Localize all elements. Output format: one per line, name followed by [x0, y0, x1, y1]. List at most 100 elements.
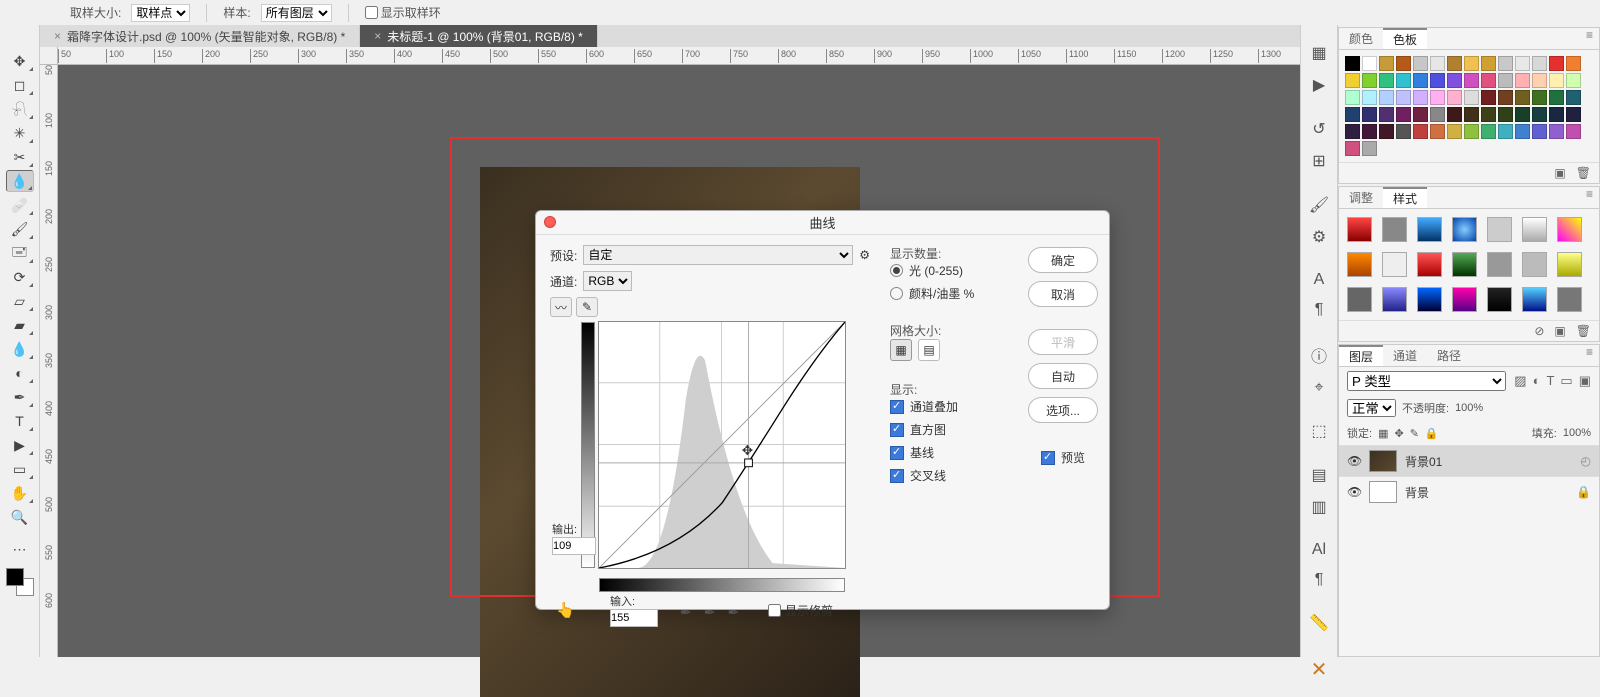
blend-mode-select[interactable]: 正常: [1347, 399, 1396, 417]
swatch[interactable]: [1430, 73, 1445, 88]
swatch[interactable]: [1413, 107, 1428, 122]
character-styles-icon[interactable]: Al: [1312, 541, 1326, 559]
swatch[interactable]: [1345, 73, 1360, 88]
cancel-button[interactable]: 取消: [1028, 281, 1098, 307]
swatch[interactable]: [1345, 56, 1360, 71]
fill-value[interactable]: 100%: [1563, 427, 1591, 439]
new-swatch-icon[interactable]: ▣: [1554, 166, 1565, 180]
new-style-icon[interactable]: ▣: [1554, 324, 1565, 338]
swatch[interactable]: [1515, 124, 1530, 139]
document-tab-0[interactable]: ×霜降字体设计.psd @ 100% (矢量智能对象, RGB/8) *: [40, 25, 360, 47]
swatch[interactable]: [1498, 73, 1513, 88]
swatch[interactable]: [1498, 90, 1513, 105]
swatch[interactable]: [1362, 73, 1377, 88]
cross-icon[interactable]: ✕: [1311, 657, 1328, 682]
swatch[interactable]: [1515, 107, 1530, 122]
swatch[interactable]: [1515, 56, 1530, 71]
swatch[interactable]: [1430, 56, 1445, 71]
layer-filter-select[interactable]: P 类型: [1347, 371, 1506, 391]
layer-comps-icon[interactable]: ▤: [1311, 465, 1326, 485]
swatch[interactable]: [1362, 90, 1377, 105]
preset-select[interactable]: 自定: [583, 245, 853, 265]
swatch[interactable]: [1447, 107, 1462, 122]
swatch[interactable]: [1532, 56, 1547, 71]
style-thumb[interactable]: [1417, 217, 1442, 242]
options-button[interactable]: 选项...: [1028, 397, 1098, 423]
swatch[interactable]: [1430, 124, 1445, 139]
swatch[interactable]: [1396, 56, 1411, 71]
style-thumb[interactable]: [1347, 217, 1372, 242]
swatch[interactable]: [1345, 107, 1360, 122]
swatch[interactable]: [1447, 56, 1462, 71]
eraser-tool[interactable]: ▱: [6, 290, 34, 312]
swatch[interactable]: [1566, 90, 1581, 105]
brush-settings-icon[interactable]: ⚙: [1312, 227, 1326, 247]
dialog-titlebar[interactable]: 曲线: [536, 211, 1109, 235]
style-thumb[interactable]: [1417, 252, 1442, 277]
style-thumb[interactable]: [1522, 287, 1547, 312]
swatch[interactable]: [1345, 141, 1360, 156]
style-thumb[interactable]: [1347, 287, 1372, 312]
swatch[interactable]: [1464, 56, 1479, 71]
curve-point-tool[interactable]: 〰: [550, 297, 572, 317]
healing-tool[interactable]: 🩹: [6, 194, 34, 216]
on-image-adjust-icon[interactable]: 👆: [556, 601, 575, 619]
visibility-icon[interactable]: 👁: [1347, 485, 1361, 499]
lock-icon[interactable]: 🔒: [1425, 427, 1439, 440]
paragraph-icon[interactable]: ¶: [1315, 301, 1324, 319]
swatch[interactable]: [1481, 124, 1496, 139]
swatch[interactable]: [1481, 56, 1496, 71]
swatch[interactable]: [1430, 107, 1445, 122]
grid-large-icon[interactable]: ▤: [918, 339, 940, 361]
lock-pixels-icon[interactable]: ✎: [1410, 427, 1419, 440]
layer-item-bg[interactable]: 👁 背景 🔒: [1339, 476, 1599, 507]
grid-small-icon[interactable]: ▦: [890, 339, 912, 361]
move-tool[interactable]: ✥: [6, 50, 34, 72]
type-tool[interactable]: T: [6, 410, 34, 432]
swatch[interactable]: [1430, 90, 1445, 105]
auto-button[interactable]: 自动: [1028, 363, 1098, 389]
swatch[interactable]: [1362, 141, 1377, 156]
tab-paths[interactable]: 路径: [1427, 345, 1471, 366]
swatch[interactable]: [1345, 90, 1360, 105]
swatch[interactable]: [1413, 124, 1428, 139]
gradient-tool[interactable]: ▰: [6, 314, 34, 336]
swatch[interactable]: [1464, 124, 1479, 139]
eyedropper-black-icon[interactable]: ✒: [680, 604, 692, 621]
swatch[interactable]: [1498, 107, 1513, 122]
swatch[interactable]: [1532, 107, 1547, 122]
style-thumb[interactable]: [1452, 252, 1477, 277]
lasso-tool[interactable]: 𓍯: [6, 98, 34, 120]
document-tab-1[interactable]: ×未标题-1 @ 100% (背景01, RGB/8) *: [360, 25, 598, 47]
style-thumb[interactable]: [1522, 217, 1547, 242]
libraries-icon[interactable]: ▦: [1311, 43, 1326, 63]
tab-channels[interactable]: 通道: [1383, 345, 1427, 366]
swatch[interactable]: [1566, 107, 1581, 122]
style-thumb[interactable]: [1417, 287, 1442, 312]
eyedropper-gray-icon[interactable]: ✒: [704, 604, 716, 621]
preview-checkbox[interactable]: 预览: [1041, 449, 1085, 466]
style-thumb[interactable]: [1522, 252, 1547, 277]
history-icon[interactable]: ↺: [1312, 119, 1325, 139]
swatch[interactable]: [1515, 73, 1530, 88]
smooth-button[interactable]: 平滑: [1028, 329, 1098, 355]
hand-tool[interactable]: ✋: [6, 482, 34, 504]
style-thumb[interactable]: [1452, 217, 1477, 242]
swatch[interactable]: [1532, 73, 1547, 88]
swatch[interactable]: [1464, 90, 1479, 105]
swatch[interactable]: [1379, 56, 1394, 71]
style-thumb[interactable]: [1557, 252, 1582, 277]
ok-button[interactable]: 确定: [1028, 247, 1098, 273]
eyedropper-tool[interactable]: 💧: [6, 170, 34, 192]
swatch[interactable]: [1481, 107, 1496, 122]
cube-icon[interactable]: ⬚: [1311, 421, 1326, 441]
swatch[interactable]: [1413, 56, 1428, 71]
brush-tool[interactable]: 🖌: [6, 218, 34, 240]
swatch[interactable]: [1464, 73, 1479, 88]
swatch[interactable]: [1532, 124, 1547, 139]
swatch[interactable]: [1481, 73, 1496, 88]
filter-adjust-icon[interactable]: ◐: [1533, 373, 1541, 389]
style-thumb[interactable]: [1452, 287, 1477, 312]
curve-draw-tool[interactable]: ✎: [576, 297, 598, 317]
swatch[interactable]: [1532, 90, 1547, 105]
